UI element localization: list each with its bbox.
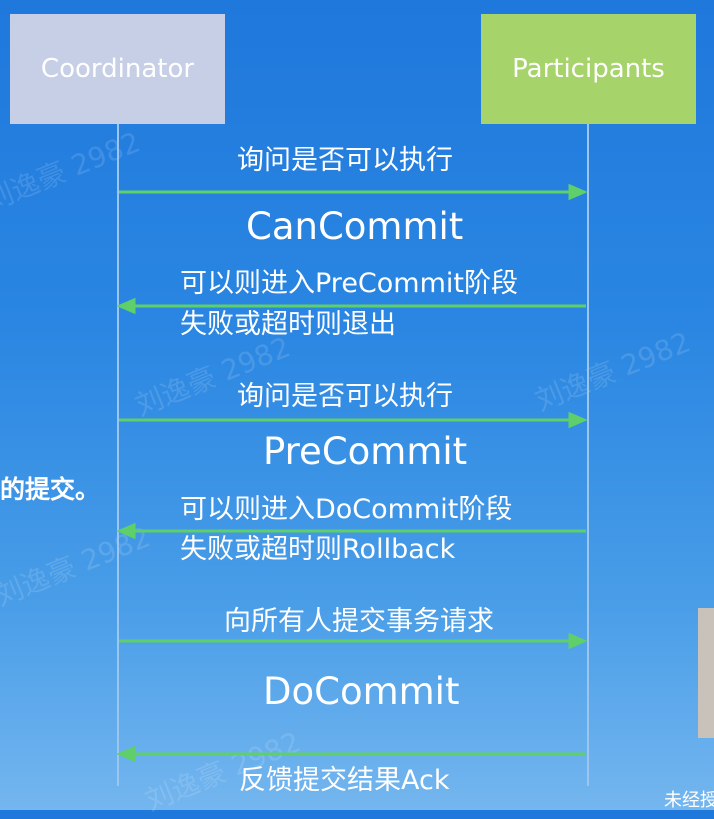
presenter-video-thumbnail bbox=[698, 608, 714, 738]
arrowhead-right bbox=[568, 411, 588, 429]
arrowhead-right bbox=[568, 183, 588, 201]
corner-text: 未经授 bbox=[664, 790, 714, 811]
message-label: 可以则进入DoCommit阶段 bbox=[180, 494, 513, 525]
arrowhead-left bbox=[116, 522, 136, 540]
message-sublabel: 失败或超时则Rollback bbox=[180, 534, 456, 565]
message-sublabel: 失败或超时则退出 bbox=[180, 309, 396, 340]
phase-label-docommit: DoCommit bbox=[263, 670, 460, 713]
side-text: 的提交。 bbox=[0, 475, 101, 504]
message-label: 向所有人提交事务请求 bbox=[224, 606, 494, 637]
arrowhead-right bbox=[568, 632, 588, 650]
message-label: 反馈提交结果Ack bbox=[239, 765, 450, 796]
arrowhead-left bbox=[116, 297, 136, 315]
message-label: 询问是否可以执行 bbox=[237, 145, 453, 176]
message-label: 可以则进入PreCommit阶段 bbox=[180, 268, 518, 299]
arrowhead-left bbox=[116, 745, 136, 763]
phase-label-precommit: PreCommit bbox=[263, 430, 468, 473]
phase-label-cancommit: CanCommit bbox=[246, 205, 464, 248]
message-label: 询问是否可以执行 bbox=[237, 381, 453, 412]
